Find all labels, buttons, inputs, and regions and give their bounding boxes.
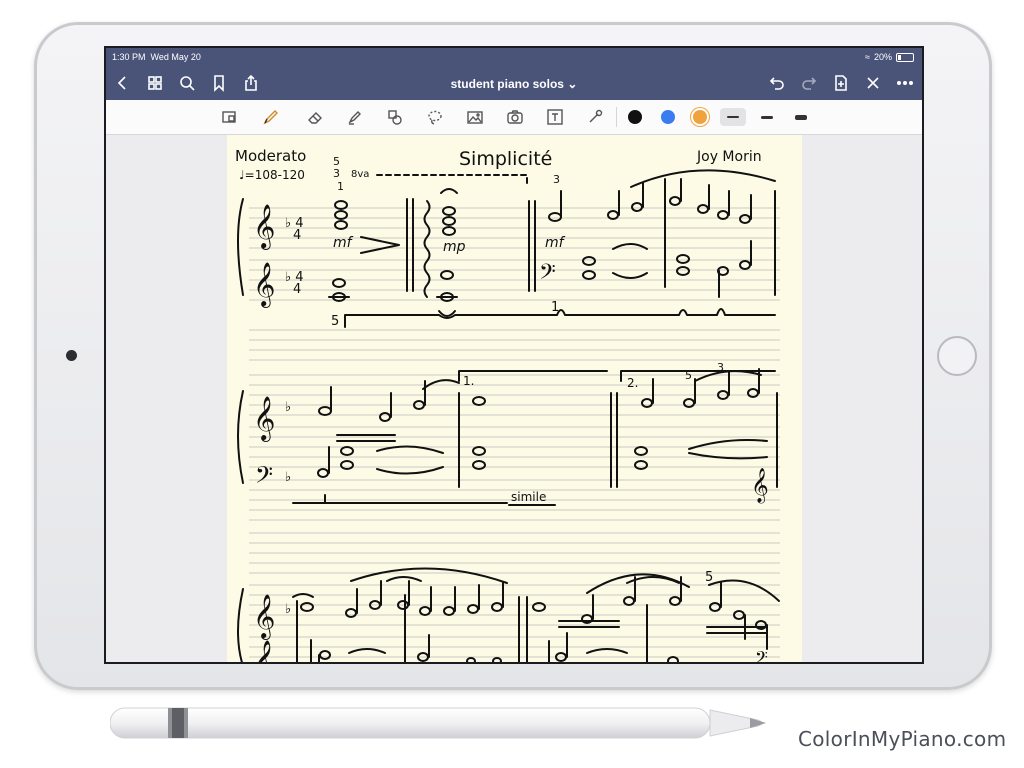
svg-text:4: 4 [293, 282, 301, 297]
fingering-3: 1 [337, 180, 344, 193]
undo-icon[interactable] [766, 72, 788, 94]
metronome-marking: ♩=108-120 [239, 168, 305, 182]
more-icon[interactable] [894, 72, 916, 94]
stroke-width-thin[interactable] [720, 108, 746, 126]
dynamic-mf-1: mf [333, 235, 354, 251]
first-ending-label: 1. [463, 374, 474, 388]
dynamic-mf-2: mf [545, 235, 566, 251]
eraser-icon[interactable] [304, 106, 326, 128]
first-ending-bracket [458, 370, 608, 382]
home-button[interactable] [937, 336, 977, 376]
brand-watermark: ColorInMyPiano.com [798, 727, 1007, 751]
ottava-marking: 8va [351, 169, 369, 180]
fermata-2 [438, 310, 456, 317]
fingering-9: 5 [705, 570, 713, 585]
treble-clef-1: 𝄞 [253, 204, 275, 250]
status-time: 1:30 PM Wed May 20 [112, 52, 201, 62]
second-ending-label: 2. [627, 376, 638, 390]
simile-marking: simile [511, 490, 546, 504]
fingering-7: 5 [685, 369, 692, 382]
treble-clef-change: 𝄞 [751, 468, 769, 504]
lasso-icon[interactable] [424, 106, 446, 128]
repeat-barline-1 [528, 200, 536, 292]
camera-icon[interactable] [504, 106, 526, 128]
status-battery: ≈ 20% [865, 52, 914, 62]
bass-clef-1: 𝄢 [539, 260, 556, 290]
slur-3 [586, 573, 690, 594]
pen-icon[interactable] [260, 106, 282, 128]
fingering-6: 1 [551, 300, 559, 315]
composer-name: Joy Morin [696, 149, 762, 165]
piece-title: Simplicité [459, 148, 552, 170]
fermata-1 [440, 188, 458, 194]
treble-clef-3: 𝄞 [253, 594, 275, 640]
barline-1 [406, 198, 414, 292]
battery-icon [896, 52, 914, 62]
wifi-icon: ≈ [865, 52, 870, 62]
svg-text:4: 4 [293, 228, 301, 243]
svg-text:♭: ♭ [285, 602, 291, 617]
pedal-line-1 [344, 308, 776, 328]
top-navigation-bar: 1:30 PM Wed May 20 ≈ 20% student piano s… [106, 48, 922, 100]
laser-pointer-icon[interactable] [584, 106, 606, 128]
stroke-width-thick[interactable] [788, 108, 814, 126]
close-icon[interactable] [862, 72, 884, 94]
apple-pencil [110, 707, 766, 739]
tempo-marking: Moderato [235, 147, 306, 165]
treble-clef-1b: 𝄞 [253, 262, 275, 308]
drawing-toolbar [106, 100, 922, 135]
slur-2 [350, 567, 508, 584]
repeat-barline-2 [610, 392, 618, 488]
brace-2 [237, 390, 244, 484]
fingering-2: 3 [333, 167, 340, 180]
highlighter-icon[interactable] [344, 106, 366, 128]
svg-text:♭: ♭ [285, 470, 291, 485]
fingering-4: 5 [331, 314, 339, 329]
zoom-window-icon[interactable] [218, 106, 240, 128]
stroke-width-medium[interactable] [754, 108, 780, 126]
dynamic-mp: mp [443, 239, 466, 255]
text-icon[interactable] [544, 106, 566, 128]
brace-3 [237, 588, 244, 662]
app-screen: 1:30 PM Wed May 20 ≈ 20% student piano s… [104, 46, 924, 664]
slur-4 [708, 579, 780, 602]
ottava-line [376, 174, 528, 184]
decrescendo [360, 236, 400, 254]
toolbar-divider [616, 107, 617, 127]
redo-icon[interactable] [798, 72, 820, 94]
color-swatch-black[interactable] [628, 110, 642, 124]
bass-clef-3: 𝄢 [755, 647, 768, 664]
front-camera [66, 350, 77, 361]
image-icon[interactable] [464, 106, 486, 128]
treble-clef-2: 𝄞 [253, 396, 275, 442]
bass-clef-2: 𝄢 [255, 461, 273, 494]
shapes-icon[interactable] [384, 106, 406, 128]
fingering-5: 3 [553, 173, 560, 186]
status-date: Wed May 20 [150, 52, 201, 62]
staff-lines [249, 207, 780, 658]
slur-1 [630, 169, 776, 188]
pedal-line-2 [292, 494, 508, 504]
svg-text:♭: ♭ [285, 400, 291, 415]
brace-1 [237, 198, 244, 296]
treble-clef-3b: 𝄞 [253, 640, 275, 664]
arpeggio-sign [423, 200, 431, 298]
color-swatch-blue[interactable] [661, 110, 675, 124]
sheet-music-page[interactable]: Moderato ♩=108-120 Simplicité Joy Morin … [227, 135, 802, 664]
color-swatch-orange[interactable] [693, 110, 707, 124]
fingering-8: 3 [717, 361, 724, 374]
add-page-icon[interactable] [830, 72, 852, 94]
handwritten-score: Moderato ♩=108-120 Simplicité Joy Morin … [235, 147, 780, 664]
